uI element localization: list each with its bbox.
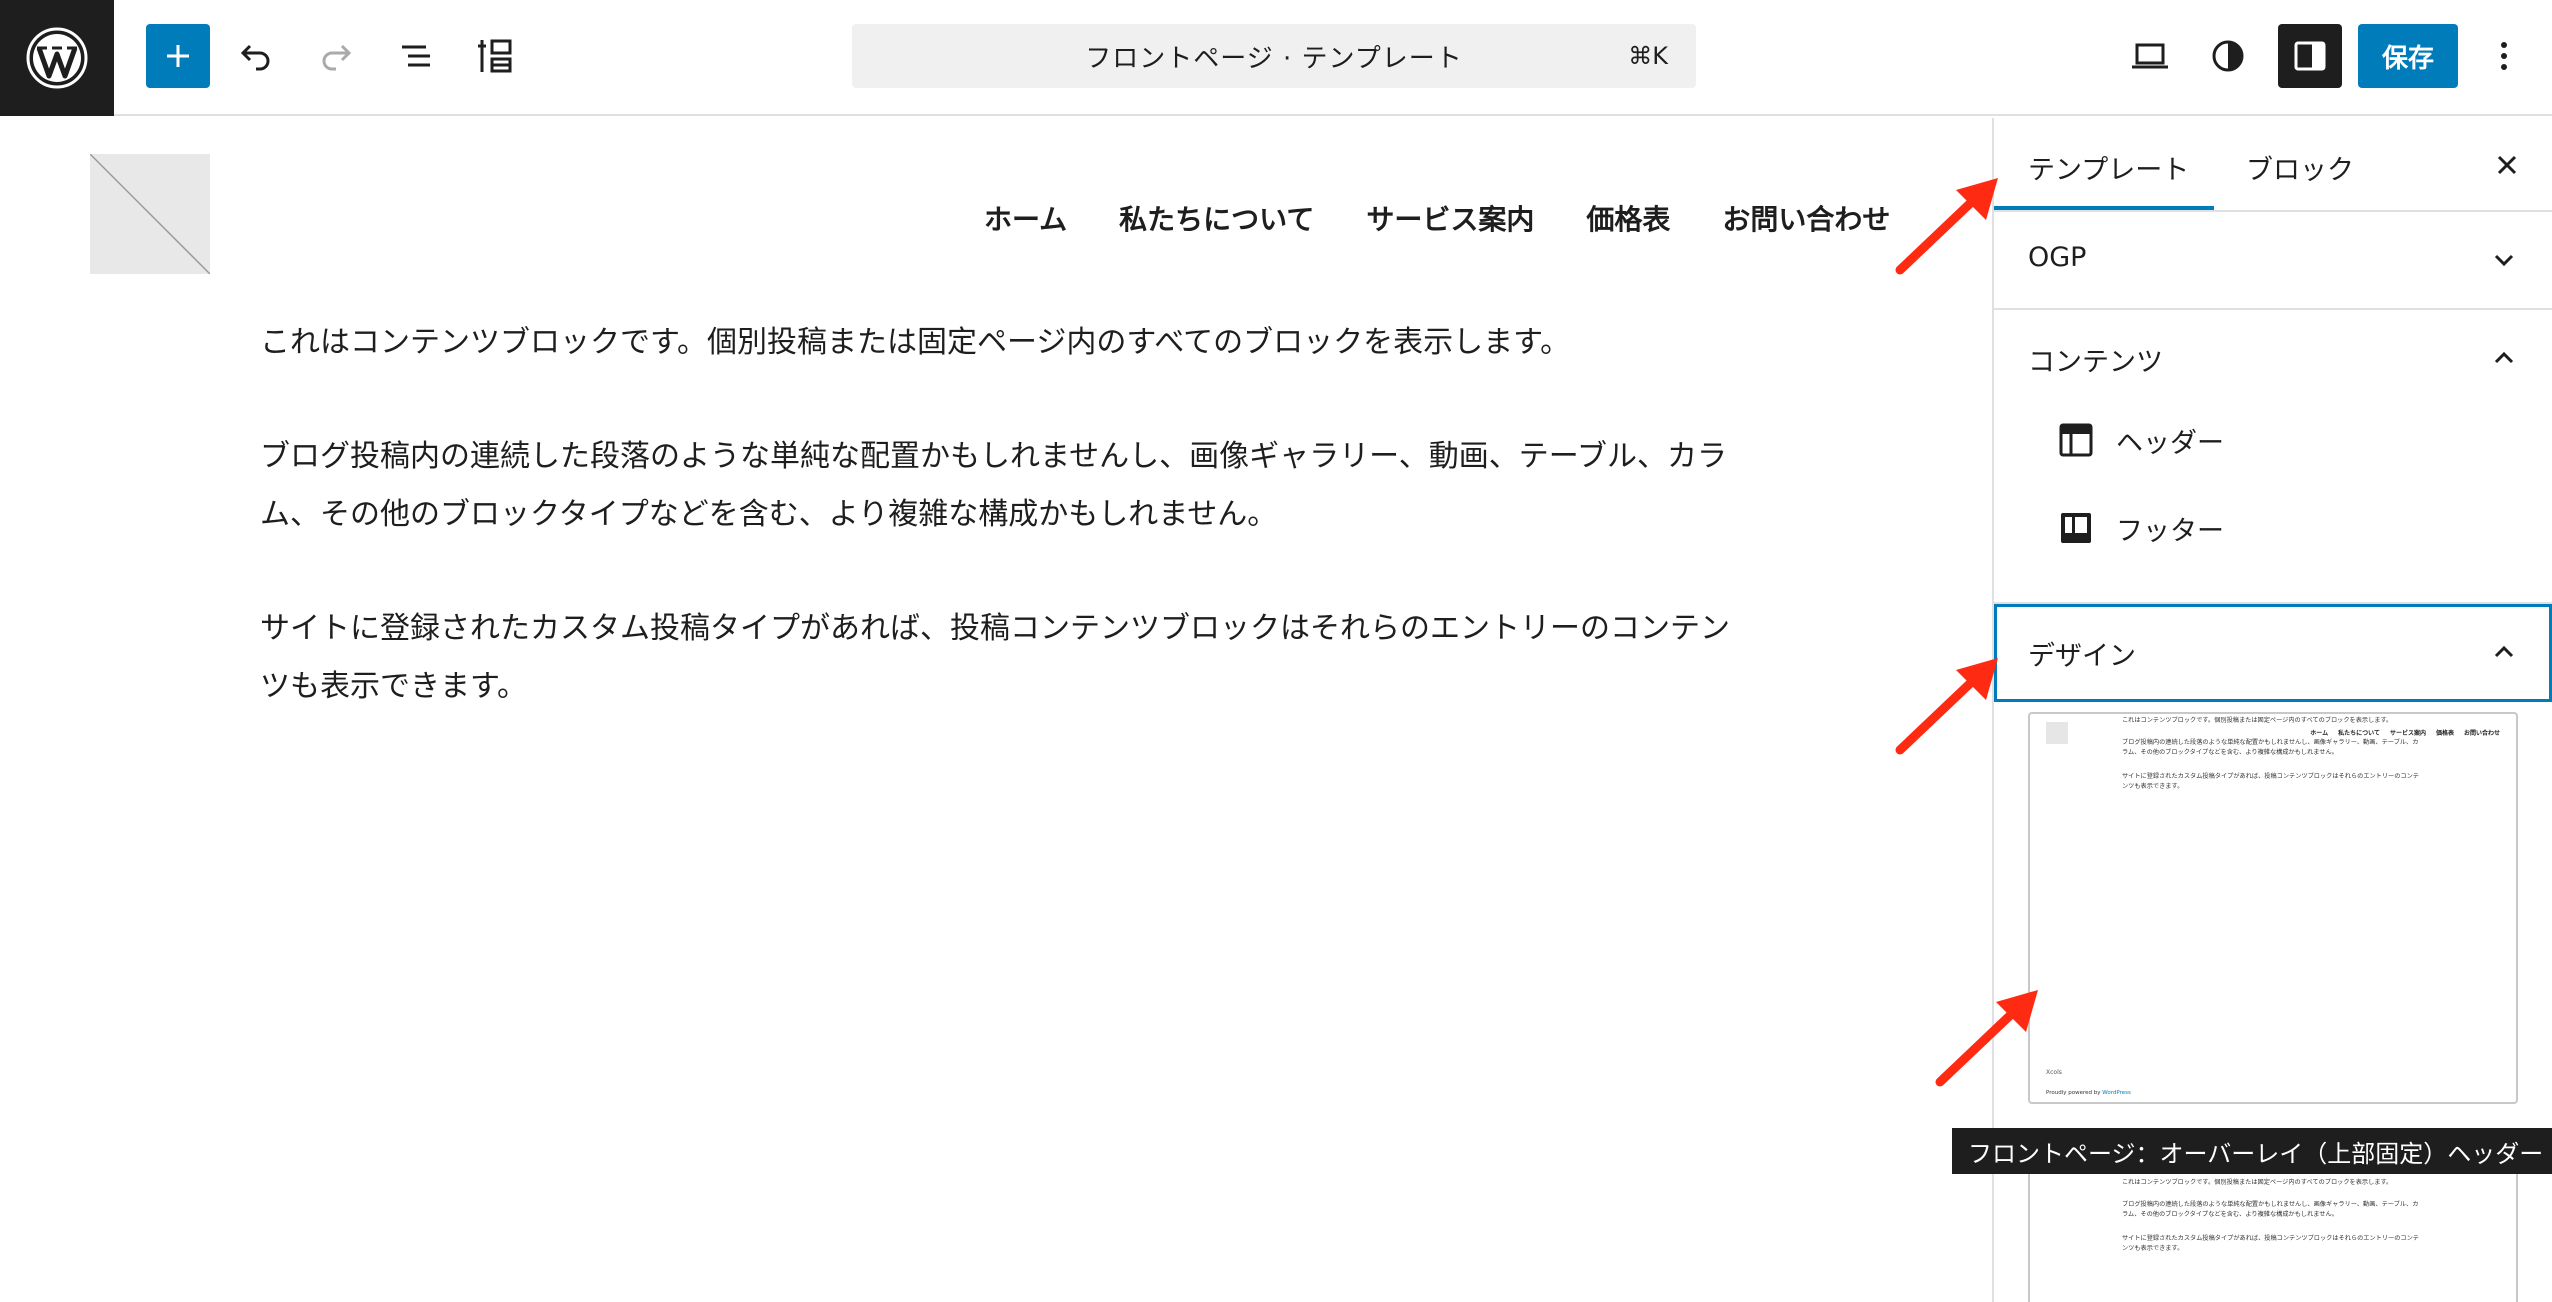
panel-title: デザイン	[2028, 641, 2136, 672]
chevron-down-icon	[2494, 254, 2514, 267]
wordpress-logo-button[interactable]	[0, 0, 114, 116]
nav-item-contact[interactable]: お問い合わせ	[1722, 198, 1890, 238]
contrast-icon	[2212, 40, 2244, 72]
list-view-button[interactable]	[384, 24, 448, 88]
preview-logo	[2046, 722, 2068, 744]
preview-footer-credit: Proudly powered by WordPress	[2046, 1090, 2131, 1096]
content-paragraph[interactable]: ブログ投稿内の連続した段落のような単純な配置かもしれませんし、画像ギャラリー、動…	[260, 428, 1740, 544]
preview-footer-powered: Proudly powered by	[2046, 1090, 2103, 1096]
template-part-label: フッター	[2116, 515, 2224, 547]
panel-ogp[interactable]: OGP	[1994, 212, 2552, 310]
preview-device-button[interactable]	[2118, 24, 2182, 88]
preview-nav-item: ホーム	[2310, 730, 2329, 737]
nav-item-home[interactable]: ホーム	[984, 198, 1067, 238]
tab-block[interactable]: ブロック	[2246, 148, 2354, 187]
chevron-up-icon	[2494, 645, 2514, 658]
annotation-arrow	[1895, 658, 1998, 755]
add-block-button[interactable]	[146, 24, 210, 88]
preview-paragraph: これはコンテンツブロックです。個別投稿または固定ページ内のすべてのブロックを表示…	[2122, 1179, 2393, 1186]
chevron-up-icon	[2494, 351, 2514, 364]
sidebar-tabs: テンプレート ブロック	[1994, 118, 2552, 212]
design-preview-card[interactable]: これはコンテンツブロックです。個別投稿または固定ページ内のすべてのブロックを表示…	[2028, 712, 2518, 1104]
active-tab-indicator	[1994, 206, 2214, 210]
settings-sidebar: テンプレート ブロック OGP コンテンツ ヘッダー フッター デザイン これは…	[1992, 118, 2552, 1302]
close-icon	[2497, 155, 2517, 175]
command-palette-bar[interactable]: フロントページ · テンプレート ⌘K	[852, 24, 1696, 88]
styles-button[interactable]	[2196, 24, 2260, 88]
annotation-arrow	[1895, 178, 1998, 275]
footer-layout-icon	[2061, 513, 2091, 543]
site-logo-placeholder[interactable]	[90, 154, 210, 274]
undo-icon	[240, 44, 270, 71]
block-structure-icon	[478, 39, 512, 73]
close-sidebar-button[interactable]	[2492, 150, 2522, 180]
preview-paragraph: サイトに登録されたカスタム投稿タイプがあれば、投稿コンテンツブロックはそれらのエ…	[2122, 1235, 2419, 1252]
list-view-icon	[402, 45, 430, 67]
nav-item-about[interactable]: 私たちについて	[1119, 198, 1314, 238]
more-vertical-icon	[2501, 42, 2507, 70]
panel-contents[interactable]: コンテンツ	[1994, 310, 2552, 408]
navigation-block[interactable]: ホーム 私たちについて サービス案内 価格表 お問い合わせ	[984, 198, 1890, 238]
redo-button[interactable]	[304, 24, 368, 88]
shortcut-hint: ⌘K	[1628, 42, 1668, 70]
annotation-arrow	[1935, 990, 2038, 1087]
settings-sidebar-toggle[interactable]	[2278, 24, 2342, 88]
sidebar-icon	[2294, 41, 2326, 71]
document-title: フロントページ · テンプレート	[1085, 43, 1463, 74]
editor-toolbar: フロントページ · テンプレート ⌘K 保存	[0, 0, 2552, 116]
nav-item-pricing[interactable]: 価格表	[1586, 198, 1670, 238]
placeholder-diagonal-icon	[90, 154, 210, 274]
preview-paragraph: サイトに登録されたカスタム投稿タイプがあれば、投稿コンテンツブロックはそれらのエ…	[2122, 773, 2419, 790]
nav-item-services[interactable]: サービス案内	[1366, 198, 1534, 238]
preview-paragraph: これはコンテンツブロックです。個別投稿または固定ページ内のすべてのブロックを表示…	[2122, 717, 2393, 724]
content-paragraph[interactable]: サイトに登録されたカスタム投稿タイプがあれば、投稿コンテンツブロックはそれらのエ…	[260, 600, 1740, 716]
header-layout-icon	[2059, 423, 2093, 457]
panel-title: OGP	[2028, 242, 2087, 273]
laptop-icon	[2132, 43, 2168, 69]
preview-nav: ホーム 私たちについて サービス案内 価格表 お問い合わせ	[2310, 728, 2500, 737]
preview-paragraph: ブログ投稿内の連続した段落のような単純な配置かもしれませんし、画像ギャラリー、動…	[2122, 739, 2419, 756]
save-button[interactable]: 保存	[2358, 24, 2458, 88]
preview-nav-item: サービス案内	[2389, 730, 2426, 737]
preview-nav-item: 価格表	[2435, 730, 2454, 737]
tab-template[interactable]: テンプレート	[2028, 148, 2189, 187]
preview-nav-item: お問い合わせ	[2463, 730, 2500, 737]
wordpress-icon	[26, 27, 88, 89]
document-overview-button[interactable]	[464, 24, 528, 88]
preview-nav-item: 私たちについて	[2338, 730, 2380, 737]
template-part-header[interactable]: ヘッダー	[2058, 420, 2224, 460]
template-part-footer[interactable]: フッター	[2058, 508, 2224, 548]
redo-icon	[322, 44, 352, 71]
content-paragraph[interactable]: これはコンテンツブロックです。個別投稿または固定ページ内のすべてのブロックを表示…	[260, 314, 1740, 372]
plus-icon	[167, 45, 189, 67]
template-parts-list: ヘッダー フッター	[1994, 408, 2552, 604]
post-content-block[interactable]: これはコンテンツブロックです。個別投稿または固定ページ内のすべてのブロックを表示…	[260, 314, 1740, 772]
template-part-label: ヘッダー	[2116, 427, 2224, 459]
preview-paragraph: ブログ投稿内の連続した段落のような単純な配置かもしれませんし、画像ギャラリー、動…	[2122, 1201, 2419, 1218]
panel-title: コンテンツ	[2028, 347, 2163, 378]
editor-canvas[interactable]: ホーム 私たちについて サービス案内 価格表 お問い合わせ これはコンテンツブロ…	[0, 118, 1992, 1302]
preview-tooltip: フロントページ：オーバーレイ（上部固定）ヘッダー	[1952, 1128, 2552, 1174]
panel-design[interactable]: デザイン	[1994, 604, 2552, 702]
undo-button[interactable]	[224, 24, 288, 88]
options-menu-button[interactable]	[2472, 24, 2536, 88]
preview-footer-link: WordPress	[2102, 1090, 2131, 1096]
